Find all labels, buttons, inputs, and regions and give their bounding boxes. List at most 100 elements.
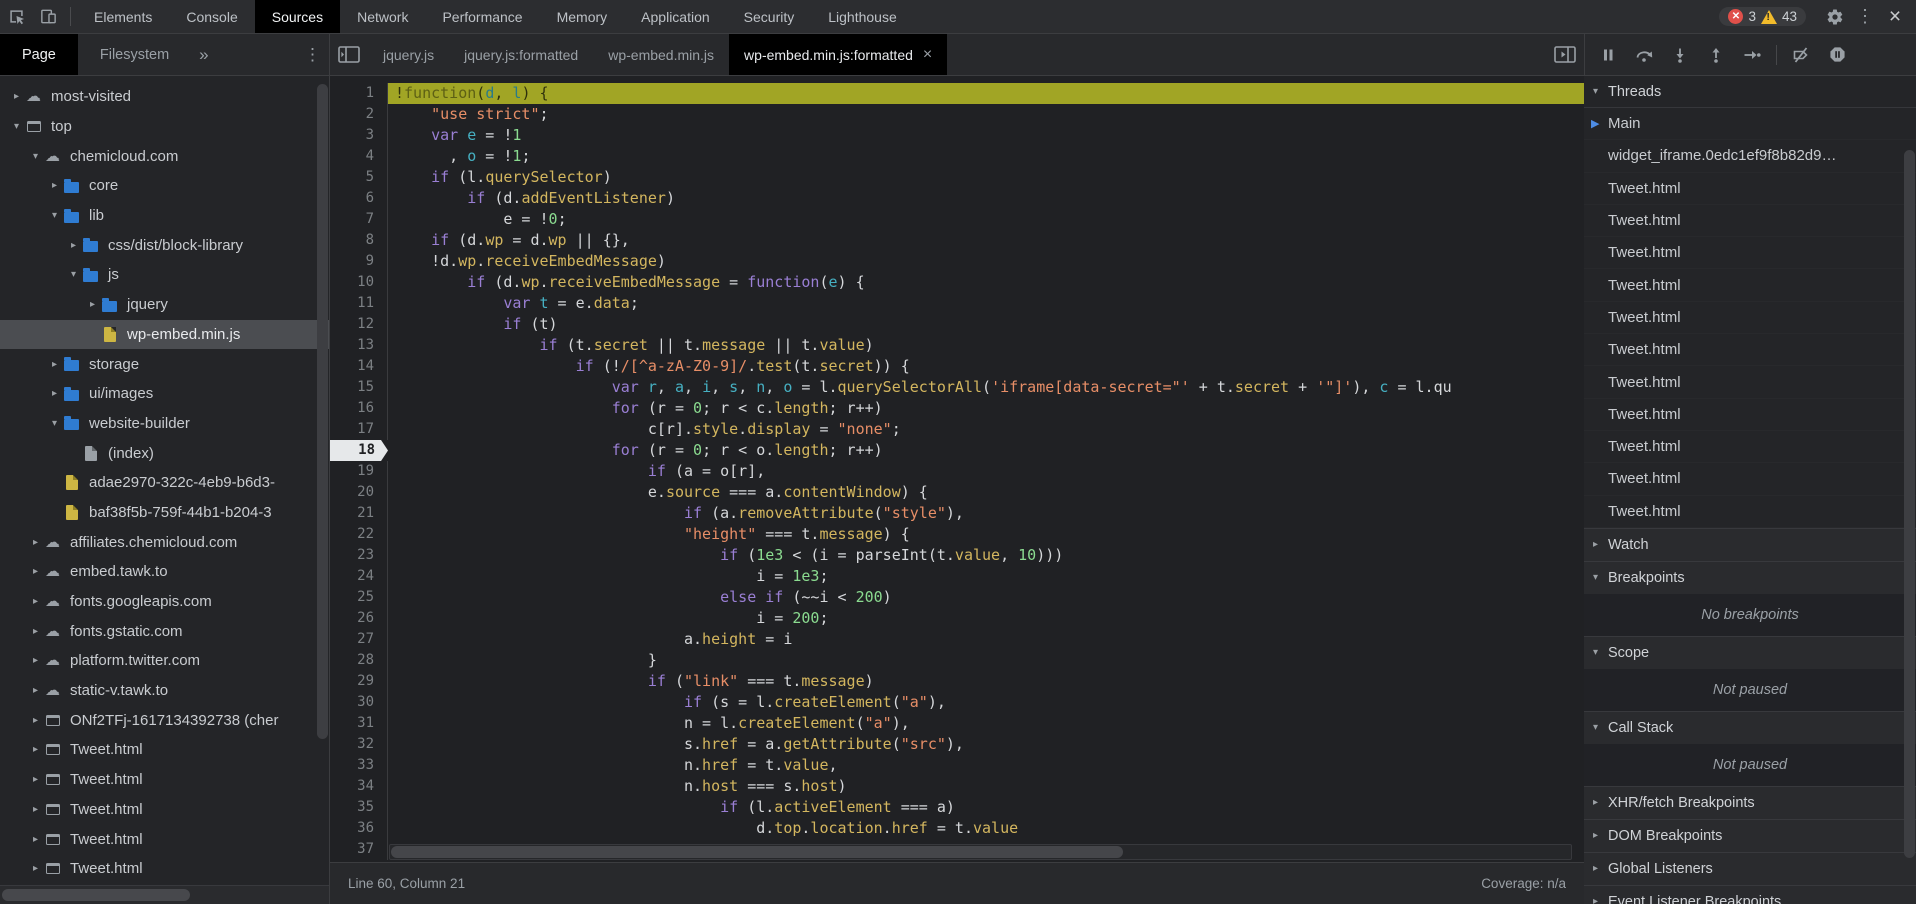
close-tab-icon[interactable]: ×	[923, 46, 932, 64]
line-number[interactable]: 34	[330, 776, 388, 797]
chevron-down-icon[interactable]: ▾	[46, 418, 63, 429]
settings-gear-icon[interactable]	[1820, 8, 1850, 26]
tree-item-tweet-html[interactable]: ▸Tweet.html	[0, 824, 329, 854]
navigator-horizontal-scrollbar[interactable]	[0, 885, 329, 904]
line-number[interactable]: 20	[330, 482, 388, 503]
tab-sources[interactable]: Sources	[255, 0, 340, 33]
chevron-right-icon[interactable]: ▸	[46, 359, 63, 370]
chevron-right-icon[interactable]: ▸	[8, 91, 25, 102]
line-number[interactable]: 23	[330, 545, 388, 566]
line-number[interactable]: 5	[330, 167, 388, 188]
chevron-right-icon[interactable]: ▸	[27, 685, 44, 696]
close-devtools-icon[interactable]: ×	[1880, 5, 1910, 29]
tab-performance[interactable]: Performance	[425, 0, 539, 33]
toggle-debugger-sidebar-icon[interactable]	[1546, 34, 1584, 75]
navigator-vertical-scrollbar[interactable]	[317, 84, 328, 739]
chevron-right-icon[interactable]: ▸	[27, 863, 44, 874]
tree-item-onf2tfj-1617134392738-cher[interactable]: ▸ONf2TFj-1617134392738 (cher	[0, 705, 329, 735]
line-number[interactable]: 16	[330, 398, 388, 419]
tree-item-embed-tawk-to[interactable]: ▸☁embed.tawk.to	[0, 557, 329, 587]
tree-item-css-dist-block-library[interactable]: ▸css/dist/block-library	[0, 230, 329, 260]
tree-item-website-builder[interactable]: ▾website-builder	[0, 409, 329, 439]
chevron-right-icon[interactable]: ▸	[27, 744, 44, 755]
line-number[interactable]: 21	[330, 503, 388, 524]
chevron-right-icon[interactable]: ▸	[27, 537, 44, 548]
line-number[interactable]: 31	[330, 713, 388, 734]
line-number[interactable]: 1	[330, 83, 388, 104]
deactivate-breakpoints-icon[interactable]	[1786, 41, 1816, 69]
tree-item-wp-embed-min-js[interactable]: wp-embed.min.js	[0, 320, 329, 350]
line-number[interactable]: 3	[330, 125, 388, 146]
inspect-element-icon[interactable]	[0, 0, 32, 33]
chevron-down-icon[interactable]: ▾	[27, 151, 44, 162]
tab-network[interactable]: Network	[340, 0, 425, 33]
tree-item-jquery[interactable]: ▸jquery	[0, 290, 329, 320]
editor-tab-jquery-js-formatted[interactable]: jquery.js:formatted	[449, 34, 593, 75]
section-header-watch[interactable]: ▸Watch	[1584, 528, 1916, 561]
line-number[interactable]: 15	[330, 377, 388, 398]
step-icon[interactable]	[1737, 41, 1767, 69]
thread-item-tweet-html[interactable]: Tweet.html	[1584, 463, 1916, 495]
thread-item-tweet-html[interactable]: Tweet.html	[1584, 269, 1916, 301]
line-number[interactable]: 29	[330, 671, 388, 692]
tab-security[interactable]: Security	[727, 0, 812, 33]
tree-item-ui-images[interactable]: ▸ui/images	[0, 379, 329, 409]
section-header-xhr-fetch-breakpoints[interactable]: ▸XHR/fetch Breakpoints	[1584, 786, 1916, 819]
chevron-right-icon[interactable]: ▸	[84, 299, 101, 310]
tree-item-tweet-html[interactable]: ▸Tweet.html	[0, 735, 329, 765]
line-number[interactable]: 10	[330, 272, 388, 293]
navigator-tab-page[interactable]: Page	[0, 34, 78, 75]
tree-item-tweet-html[interactable]: ▸Tweet.html	[0, 795, 329, 825]
tree-item-fonts-gstatic-com[interactable]: ▸☁fonts.gstatic.com	[0, 616, 329, 646]
line-number[interactable]: 27	[330, 629, 388, 650]
navigator-menu-icon[interactable]: ⋮	[296, 34, 329, 75]
thread-item-tweet-html[interactable]: Tweet.html	[1584, 496, 1916, 528]
line-number[interactable]: 9	[330, 251, 388, 272]
thread-item-tweet-html[interactable]: Tweet.html	[1584, 399, 1916, 431]
tree-item-top[interactable]: ▾top	[0, 112, 329, 142]
pause-icon[interactable]	[1593, 41, 1623, 69]
section-header-dom-breakpoints[interactable]: ▸DOM Breakpoints	[1584, 819, 1916, 852]
line-number[interactable]: 35	[330, 797, 388, 818]
chevron-right-icon[interactable]: ▸	[27, 804, 44, 815]
step-out-icon[interactable]	[1701, 41, 1731, 69]
line-number[interactable]: 19	[330, 461, 388, 482]
section-header-call-stack[interactable]: ▾Call Stack	[1584, 711, 1916, 744]
more-tabs-icon[interactable]: »	[191, 34, 216, 75]
toggle-navigator-icon[interactable]	[330, 34, 368, 75]
line-number[interactable]: 4	[330, 146, 388, 167]
line-number[interactable]: 32	[330, 734, 388, 755]
line-number[interactable]: 14	[330, 356, 388, 377]
chevron-right-icon[interactable]: ▸	[27, 715, 44, 726]
editor-tab-wp-embed-min-js-formatted[interactable]: wp-embed.min.js:formatted×	[729, 34, 947, 75]
section-header-scope[interactable]: ▾Scope	[1584, 636, 1916, 669]
chevron-down-icon[interactable]: ▾	[65, 269, 82, 280]
tree-item-tweet-html[interactable]: ▸Tweet.html	[0, 854, 329, 884]
chevron-right-icon[interactable]: ▸	[27, 774, 44, 785]
chevron-right-icon[interactable]: ▸	[46, 388, 63, 399]
tree-item-baf38f5b-759f-44b1-b204-3[interactable]: baf38f5b-759f-44b1-b204-3	[0, 498, 329, 528]
tree-item-tweet-html[interactable]: ▸Tweet.html	[0, 765, 329, 795]
tab-memory[interactable]: Memory	[540, 0, 625, 33]
line-number[interactable]: 17	[330, 419, 388, 440]
editor-tab-wp-embed-min-js[interactable]: wp-embed.min.js	[593, 34, 729, 75]
line-number[interactable]: 25	[330, 587, 388, 608]
chevron-right-icon[interactable]: ▸	[65, 240, 82, 251]
thread-item-tweet-html[interactable]: Tweet.html	[1584, 173, 1916, 205]
line-number[interactable]: 7	[330, 209, 388, 230]
tree-item-adae2970-322c-4eb9-b6d3[interactable]: adae2970-322c-4eb9-b6d3-	[0, 468, 329, 498]
tree-item-js[interactable]: ▾js	[0, 260, 329, 290]
line-number[interactable]: 37	[330, 839, 388, 860]
execution-line-marker[interactable]: 18	[330, 440, 388, 461]
tab-console[interactable]: Console	[169, 0, 254, 33]
tab-application[interactable]: Application	[624, 0, 727, 33]
line-number[interactable]: 28	[330, 650, 388, 671]
thread-item-main[interactable]: ▶Main	[1584, 108, 1916, 140]
line-number[interactable]: 11	[330, 293, 388, 314]
section-header-global-listeners[interactable]: ▸Global Listeners	[1584, 852, 1916, 885]
line-number[interactable]: 24	[330, 566, 388, 587]
line-number[interactable]: 22	[330, 524, 388, 545]
line-number[interactable]: 33	[330, 755, 388, 776]
thread-item-tweet-html[interactable]: Tweet.html	[1584, 334, 1916, 366]
line-number[interactable]: 36	[330, 818, 388, 839]
